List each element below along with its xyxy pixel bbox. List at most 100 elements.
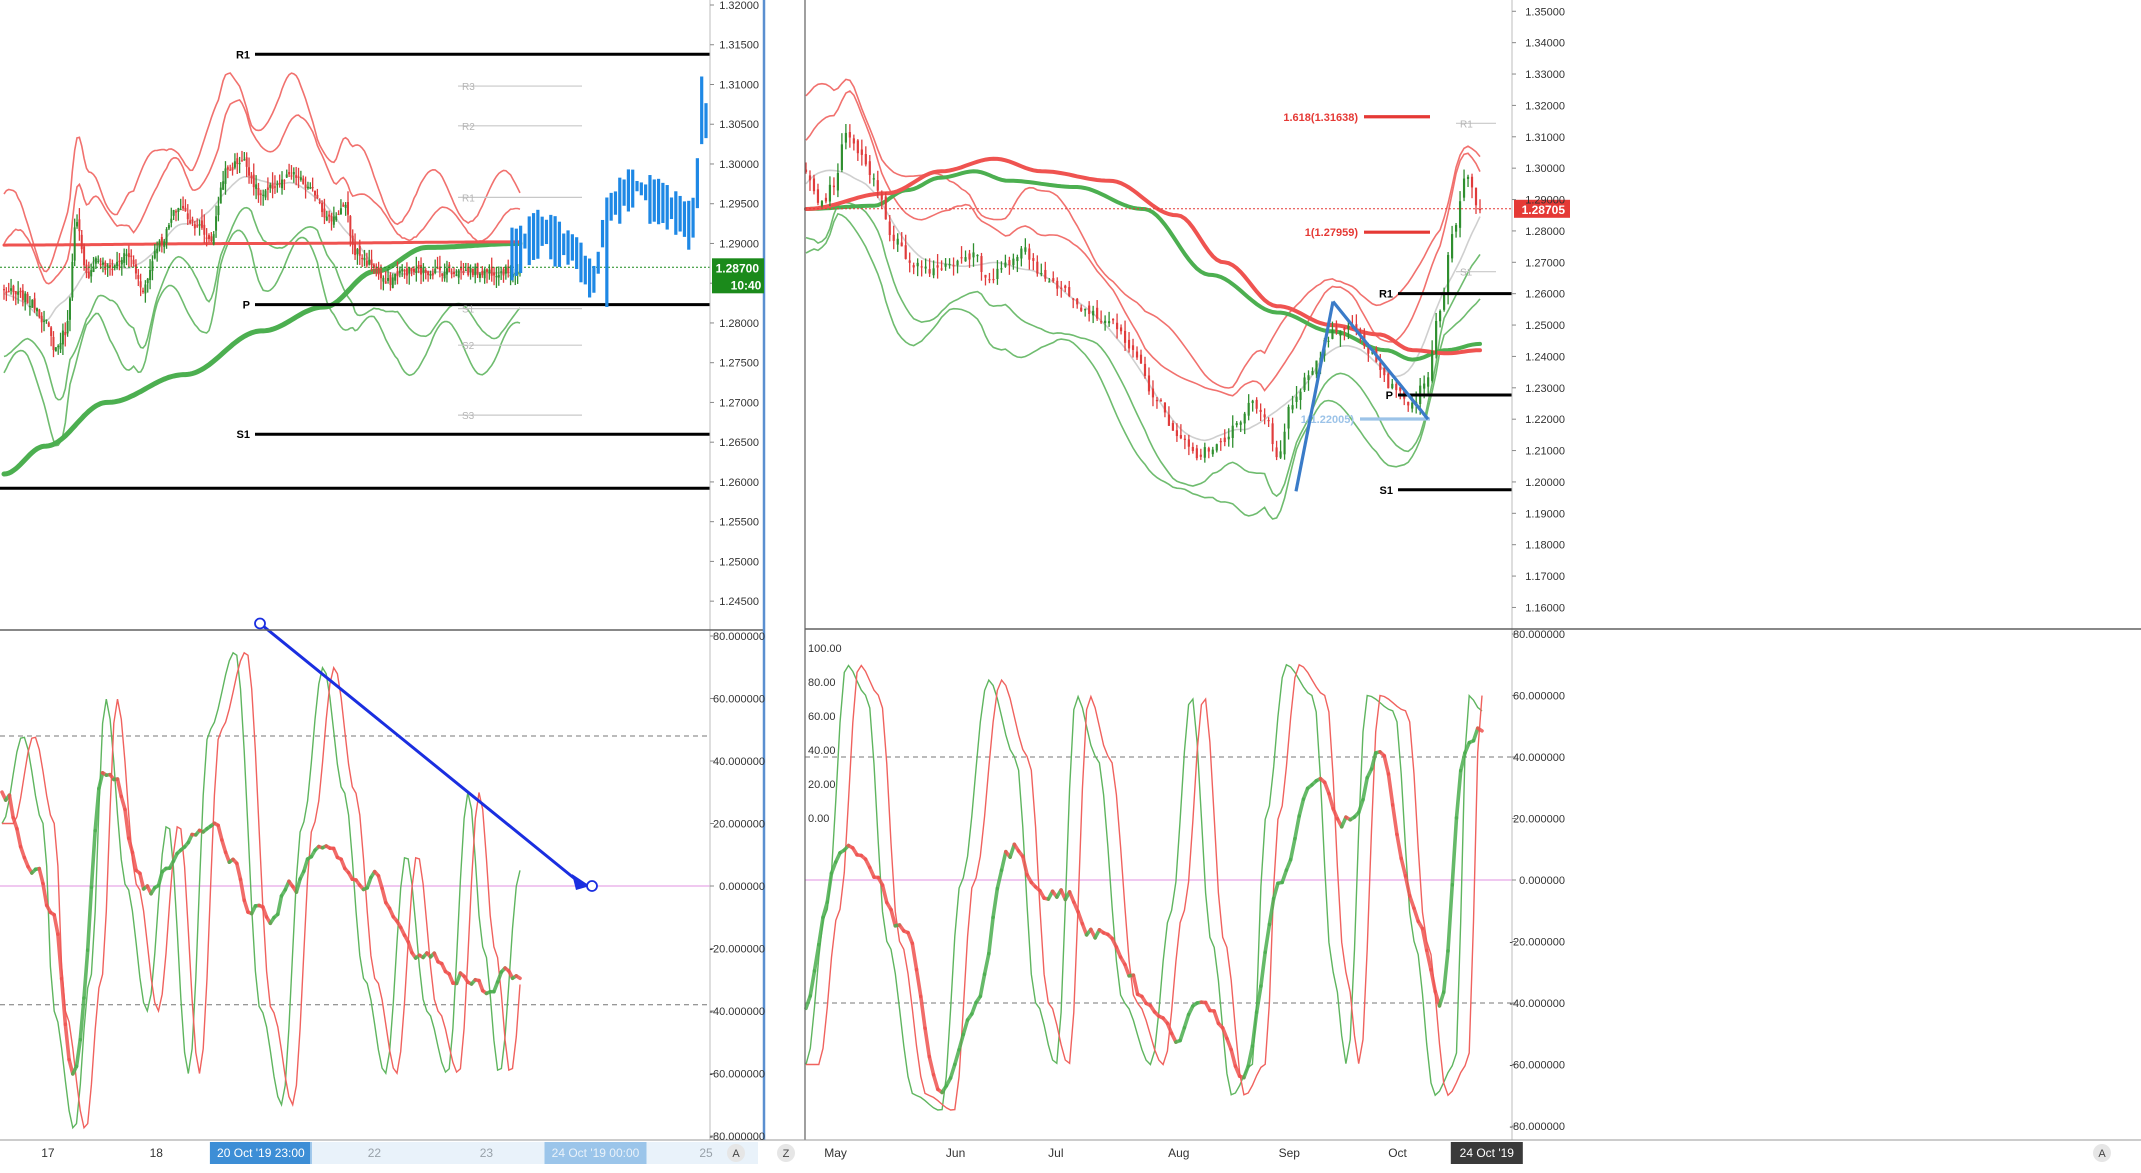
left-candle-body: [408, 268, 410, 274]
right-candle-body: [925, 267, 927, 269]
right-candle-body: [988, 279, 990, 280]
left-candle-body: [81, 235, 83, 249]
left-candle-body: [295, 175, 297, 178]
right-candle-body: [1315, 361, 1317, 375]
right-candle-body: [1443, 293, 1445, 310]
right-candle-body: [1287, 407, 1289, 429]
left-candle-body: [144, 284, 146, 293]
left-candle-body: [491, 267, 493, 276]
left-candle-body: [413, 269, 415, 272]
right-x-tick-label: Oct: [1388, 1146, 1407, 1160]
left-osc-ytick-label: -40.000000: [709, 1006, 765, 1018]
left-candle-body: [420, 265, 422, 274]
left-candle-body: [107, 265, 109, 266]
axis-zoom-button[interactable]: Z: [783, 1148, 790, 1160]
right-candle-body: [1220, 441, 1222, 442]
right-candle-body: [1104, 321, 1106, 323]
right-candle-body: [821, 201, 823, 206]
right-candle-body: [1447, 255, 1449, 295]
left-candle-body: [453, 272, 455, 274]
left-candle-body: [215, 216, 217, 230]
left-ytick-label: 1.26000: [719, 477, 759, 489]
left-candle-body: [133, 260, 135, 264]
left-candle-body: [298, 176, 300, 177]
left-candle-body: [389, 275, 391, 285]
right-pivot-label: P: [1386, 390, 1393, 402]
left-candle-body: [470, 268, 472, 272]
left-candle-body: [182, 206, 184, 209]
right-osc-ytick-label: 40.000000: [1513, 752, 1565, 764]
right-candle-body: [1100, 321, 1102, 322]
chart-canvas[interactable]: R1PS1R3R2R1S1S2S3R1PS1R1S11.618(1.31638)…: [0, 0, 2141, 1168]
left-ytick-label: 1.25500: [719, 517, 759, 529]
right-candle-body: [1311, 371, 1313, 375]
trend-arrow-end-handle[interactable]: [587, 881, 597, 891]
axis-auto-button-right[interactable]: A: [2098, 1148, 2106, 1160]
left-faint-label: S1: [462, 305, 475, 316]
left-candle-body: [74, 227, 76, 260]
left-candle-body: [368, 260, 370, 265]
left-candle-body: [217, 206, 219, 215]
left-candle-body: [307, 187, 309, 189]
right-x-tick-label: Sep: [1279, 1146, 1301, 1160]
left-candle-body: [173, 210, 175, 216]
right-ytick-label: 1.21000: [1525, 446, 1565, 458]
right-candle-body: [849, 132, 851, 137]
right-candle-body: [813, 178, 815, 191]
right-candle-body: [1164, 403, 1166, 413]
right-x-tick-label: Jul: [1048, 1146, 1063, 1160]
left-candle-body: [36, 308, 38, 311]
left-candle-body: [123, 253, 125, 263]
left-candle-body: [43, 321, 45, 322]
left-candle-body: [222, 181, 224, 189]
left-candle-body: [380, 272, 382, 278]
left-candle-body: [100, 264, 102, 265]
left-candle-body: [451, 273, 453, 275]
left-candle-body: [394, 274, 396, 281]
left-candle-body: [272, 184, 274, 189]
right-osc-thick-segment: [1478, 728, 1482, 731]
right-candle-body: [1004, 263, 1006, 267]
right-candle-body: [1064, 286, 1066, 288]
left-candle-body: [142, 291, 144, 292]
left-candle-body: [279, 183, 281, 184]
axis-auto-button-left[interactable]: A: [732, 1148, 740, 1160]
left-candle-body: [401, 269, 403, 272]
right-candle-body: [873, 178, 875, 179]
right-candle-body: [996, 269, 998, 279]
left-osc-ytick-label: 20.000000: [713, 819, 765, 831]
right-ytick-label: 1.26000: [1525, 289, 1565, 301]
right-candle-body: [1327, 341, 1329, 342]
right-osc-ytick-label: 60.000000: [1513, 691, 1565, 703]
right-ytick-label: 1.29000: [1525, 195, 1565, 207]
right-candle-body: [1383, 368, 1385, 375]
right-candle-body: [1307, 375, 1309, 380]
left-candle-body: [253, 175, 255, 188]
left-ytick-label: 1.25000: [719, 556, 759, 568]
right-candle-body: [901, 242, 903, 246]
left-candle-body: [434, 269, 436, 273]
left-candle-body: [154, 251, 156, 259]
right-candle-body: [1236, 423, 1238, 425]
right-candle-body: [1299, 392, 1301, 400]
right-candle-body: [905, 245, 907, 259]
right-candle-body: [889, 221, 891, 235]
left-ytick-label: 1.29500: [719, 199, 759, 211]
right-candle-body: [857, 140, 859, 153]
right-candle-body: [1144, 364, 1146, 376]
left-candle-body: [15, 291, 17, 294]
right-candle-body: [1291, 405, 1293, 409]
trend-arrow-start-handle[interactable]: [255, 619, 265, 629]
left-candle-body: [163, 241, 165, 247]
left-candle-body: [257, 188, 259, 195]
right-candle-body: [1124, 331, 1126, 343]
right-pivot-label: R1: [1379, 289, 1393, 301]
left-candle-body: [338, 214, 340, 215]
right-candle-body: [1395, 384, 1397, 390]
left-candle-body: [234, 161, 236, 167]
right-candle-body: [897, 239, 899, 245]
left-candle-body: [444, 272, 446, 278]
right-candle-body: [825, 198, 827, 202]
right-candle-body: [1339, 331, 1341, 336]
left-osc-ytick-label: -20.000000: [709, 944, 765, 956]
